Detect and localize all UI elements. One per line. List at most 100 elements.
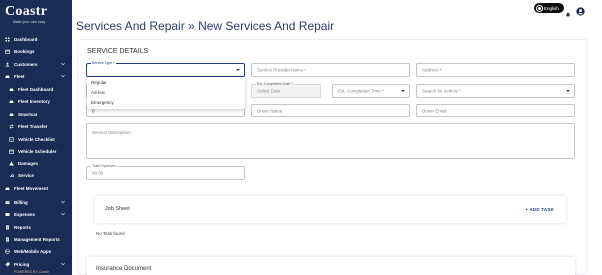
sidebar-item-fleet-movement[interactable]: Fleet Movement — [0, 183, 72, 194]
globe-icon — [5, 249, 10, 254]
sidebar-item-label: Dashboard — [14, 37, 38, 42]
sidebar-item-label: Smartcar — [18, 112, 38, 117]
service-type-option[interactable]: Ad-hoc — [87, 88, 245, 98]
language-label: English — [544, 5, 559, 11]
driver-email-input[interactable]: Driver Email — [416, 104, 575, 117]
sidebar-item-fleet[interactable]: Fleet — [0, 71, 72, 82]
calendar-icon — [9, 149, 14, 154]
sidebar-item-dashboard[interactable]: Dashboard — [0, 34, 72, 45]
job-sheet-panel: Job Sheet + ADD TASK — [95, 196, 566, 223]
sidebar-item-management-reports[interactable]: Management Reports — [0, 234, 72, 245]
est-completion-date-placeholder: Select Date — [257, 88, 281, 94]
sidebar-item-fleet-transfer[interactable]: Fleet Transfer — [0, 121, 72, 132]
sidebar-item-damages[interactable]: Damages — [0, 158, 72, 169]
sidebar-item-label: Vehicle Scheduler — [18, 149, 57, 154]
sidebar-item-customers[interactable]: Customers — [0, 59, 72, 70]
service-type-option[interactable]: Emergency — [87, 98, 245, 108]
sidebar-item-label: Vehicle Checklist — [18, 137, 55, 142]
sidebar-item-vehicle-checklist[interactable]: Vehicle Checklist — [0, 134, 72, 145]
sidebar-item-label: Pricing — [14, 262, 30, 267]
user-avatar-icon[interactable] — [576, 3, 585, 16]
sidebar-item-label: Management Reports — [14, 237, 60, 242]
bell-icon[interactable] — [565, 5, 571, 18]
caret-down-icon — [566, 90, 570, 92]
total-expenses-label: Total Expenses — [91, 164, 117, 168]
insurance-document-panel: Insurance Document — [87, 257, 575, 275]
sidebar-item-label: Fleet Transfer — [18, 124, 48, 129]
service-provider-name-input[interactable]: Service Provider Name * — [251, 63, 410, 77]
language-toggle[interactable]: English — [534, 3, 564, 13]
brand-logo[interactable]: Coastr Make your cars easy — [0, 0, 72, 32]
sidebar-item-reports[interactable]: Reports — [0, 222, 72, 233]
section-title: SERVICE DETAILS — [87, 48, 149, 55]
sidebar-item-label: Bookings — [14, 49, 35, 54]
vehicle-search-placeholder: Search for vehicle * — [422, 88, 462, 94]
service-type-option[interactable]: Regular — [87, 78, 245, 88]
sidebar-item-label: Fleet Inventory — [18, 99, 51, 104]
address-input[interactable]: Address * — [416, 63, 575, 77]
est-completion-time-select[interactable]: Est. Completion Time * — [332, 84, 410, 98]
car-icon — [9, 87, 14, 92]
billing-icon — [5, 200, 10, 205]
est-completion-date-label: Est. Completion Date * — [256, 82, 294, 86]
report-icon — [5, 225, 10, 230]
insurance-document-title: Insurance Document — [96, 266, 152, 272]
page-title: Services And Repair » New Services And R… — [76, 19, 335, 33]
sidebar-footer: POWERED BY Coastr — [14, 269, 49, 274]
sidebar-item-label: Fleet Movement — [14, 186, 49, 191]
price-icon — [5, 262, 10, 267]
calendar-icon — [5, 49, 10, 54]
car-icon — [9, 99, 14, 104]
sidebar-item-label: Billing — [14, 200, 28, 205]
sidebar-item-fleet-inventory[interactable]: Fleet Inventory — [0, 96, 72, 107]
sidebar-item-smartcar[interactable]: Smartcar — [0, 109, 72, 120]
sidebar-item-label: Expenses — [14, 212, 36, 217]
sidebar-item-service[interactable]: Service — [0, 170, 72, 181]
sidebar-item-billing[interactable]: Billing — [0, 197, 72, 208]
chevron-down-icon — [61, 74, 65, 78]
vehicle-search-select[interactable]: Search for vehicle * — [416, 84, 575, 98]
chevron-down-icon — [61, 262, 65, 266]
no-task-message: No Task found — [96, 231, 125, 236]
car-icon — [5, 186, 10, 191]
chevron-down-icon — [61, 200, 65, 204]
address-placeholder: Address * — [422, 67, 442, 73]
report-icon — [5, 237, 10, 242]
sidebar-item-label: Web/Mobile Apps — [14, 249, 52, 254]
service-type-dropdown: Regular Ad-hoc Emergency — [87, 77, 245, 109]
toggle-knob-icon — [537, 5, 542, 11]
dashboard-icon — [5, 37, 10, 42]
sidebar: Coastr Make your cars easy Dashboard Book… — [0, 0, 72, 275]
service-description-placeholder: Service Description — [92, 130, 131, 135]
sidebar-item-web-mobile-apps[interactable]: Web/Mobile Apps — [0, 246, 72, 257]
est-completion-time-placeholder: Est. Completion Time * — [338, 88, 384, 94]
sidebar-item-bookings[interactable]: Bookings — [0, 46, 72, 57]
driver-email-placeholder: Driver Email — [422, 108, 447, 113]
sidebar-item-expenses[interactable]: Expenses — [0, 209, 72, 220]
est-completion-date-input[interactable]: Est. Completion Date * Select Date — [251, 82, 321, 98]
wallet-icon — [5, 212, 10, 217]
checklist-icon — [9, 137, 14, 142]
job-sheet-title: Job Sheet — [105, 206, 130, 212]
driver-name-input[interactable]: Driver Name — [251, 104, 410, 117]
car-icon — [5, 74, 10, 79]
sidebar-item-label: Reports — [14, 225, 32, 230]
service-type-select[interactable]: Service Type * — [86, 61, 245, 77]
service-provider-name-placeholder: Service Provider Name * — [257, 67, 307, 73]
service-type-label: Service Type * — [91, 61, 116, 65]
total-expenses-input[interactable]: Total Expenses 00.00 — [86, 164, 245, 180]
sidebar-item-label: Fleet — [14, 74, 25, 79]
transfer-icon — [9, 124, 14, 129]
add-task-button[interactable]: + ADD TASK — [525, 207, 554, 212]
logo-tagline: Make your cars easy — [13, 20, 46, 24]
sidebar-item-vehicle-scheduler[interactable]: Vehicle Scheduler — [0, 146, 72, 157]
sidebar-item-fleet-dashboard[interactable]: Fleet Dashboard — [0, 84, 72, 95]
total-expenses-value: 00.00 — [92, 170, 104, 176]
chevron-down-icon — [61, 62, 65, 66]
chevron-down-icon — [61, 212, 65, 216]
service-description-textarea[interactable]: Service Description — [86, 123, 575, 159]
sidebar-item-label: Service — [18, 173, 35, 178]
car-icon — [9, 112, 14, 117]
driver-name-placeholder: Driver Name — [257, 108, 283, 113]
logo-text: Coastr — [5, 4, 48, 19]
